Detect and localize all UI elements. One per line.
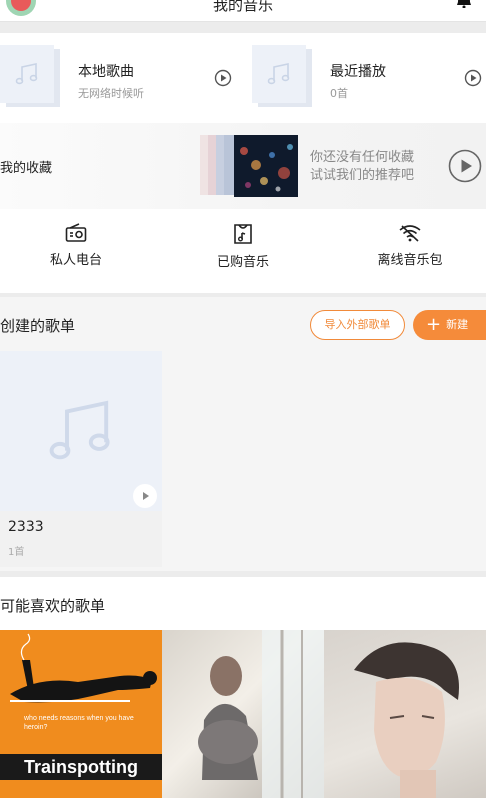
recommended-playlist-card[interactable] <box>324 630 486 798</box>
top-bar: 我的音乐 <box>0 0 486 22</box>
created-playlists-title: 创建的歌单 <box>0 317 76 335</box>
recent-played-card[interactable]: 最近播放 0首 <box>252 45 484 111</box>
local-songs-thumb <box>0 45 60 107</box>
private-radio-label: 私人电台 <box>49 253 102 268</box>
play-icon <box>143 492 149 500</box>
quick-actions: 私人电台 已购音乐 离线音乐包 <box>0 209 486 293</box>
music-note-icon <box>267 63 290 85</box>
recent-played-thumb <box>252 45 312 107</box>
recommended-row: who needs reasons when you have heroin? … <box>0 630 486 798</box>
new-playlist-button[interactable]: + 新建 <box>413 310 486 340</box>
favorites-stack-decoration <box>196 135 236 195</box>
recommended-playlists-title: 可能喜欢的歌单 <box>0 597 106 615</box>
play-circle-icon[interactable] <box>464 69 482 87</box>
purchased-music-icon <box>234 224 252 244</box>
music-note-icon <box>49 400 110 460</box>
bell-icon[interactable] <box>456 0 472 8</box>
favorites-banner[interactable]: 我的收藏 你还没有任何收藏 试试我们的推荐吧 <box>0 123 486 209</box>
local-songs-subtitle: 无网络时候听 <box>78 87 144 100</box>
recent-played-subtitle: 0首 <box>330 87 348 100</box>
window-girl-photo <box>198 630 324 798</box>
recommended-playlists-section: 可能喜欢的歌单 who needs reasons when you have … <box>0 577 486 798</box>
recent-played-title: 最近播放 <box>330 64 386 80</box>
trainspotting-poster-art <box>10 633 157 703</box>
playlist-name: 2333 <box>8 519 44 535</box>
created-playlists-header: 创建的歌单 导入外部歌单 + 新建 <box>0 297 486 351</box>
playlist-card[interactable]: 2333 1首 <box>0 351 162 567</box>
favorites-empty-hint: 你还没有任何收藏 试试我们的推荐吧 <box>310 149 414 185</box>
plus-icon: + <box>426 314 442 335</box>
favorites-cover-image <box>234 135 298 197</box>
favorites-label: 我的收藏 <box>0 161 53 176</box>
favorites-hint-line2: 试试我们的推荐吧 <box>310 168 415 183</box>
quick-access: 本地歌曲 无网络时候听 最近播放 0首 <box>0 33 486 123</box>
new-playlist-label: 新建 <box>446 318 469 331</box>
purchased-music-button[interactable]: 已购音乐 <box>173 223 313 270</box>
music-note-icon <box>15 63 38 85</box>
playlist-play-button[interactable] <box>133 484 157 508</box>
recommended-playlist-card[interactable]: who needs reasons when you have heroin? … <box>0 630 162 798</box>
playlist-count: 1首 <box>8 547 25 558</box>
divider <box>0 23 486 33</box>
radio-icon <box>65 223 87 242</box>
play-circle-icon[interactable] <box>214 69 232 87</box>
offline-package-button[interactable]: 离线音乐包 <box>340 223 480 268</box>
import-external-playlist-button[interactable]: 导入外部歌单 <box>310 310 405 340</box>
offline-package-icon <box>399 225 421 242</box>
poster-tagline: who needs reasons when you have heroin? <box>24 715 134 731</box>
page-title: 我的音乐 <box>212 0 273 14</box>
offline-package-label: 离线音乐包 <box>377 253 443 268</box>
poster-title: Trainspotting <box>24 757 138 777</box>
recommended-playlist-card[interactable] <box>162 630 324 798</box>
purchased-music-label: 已购音乐 <box>216 255 269 270</box>
play-circle-icon[interactable] <box>448 149 482 183</box>
favorites-hint-line1: 你还没有任何收藏 <box>310 150 415 165</box>
created-playlists-section: 创建的歌单 导入外部歌单 + 新建 2333 1首 <box>0 297 486 571</box>
private-radio-button[interactable]: 私人电台 <box>6 223 146 268</box>
local-songs-card[interactable]: 本地歌曲 无网络时候听 <box>0 45 232 111</box>
local-songs-title: 本地歌曲 <box>78 64 134 80</box>
portrait-photo <box>354 642 459 798</box>
